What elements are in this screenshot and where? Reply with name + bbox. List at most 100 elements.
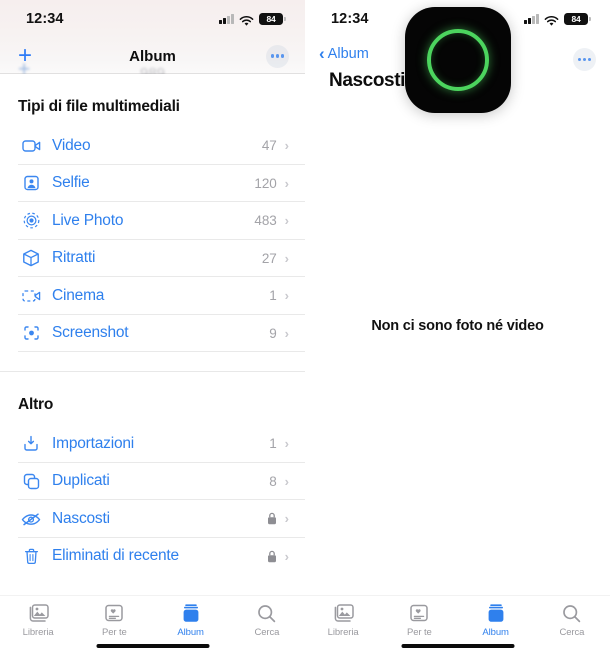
selfie-person-icon — [18, 172, 44, 194]
library-icon — [27, 602, 49, 624]
list-item-label: Selfie — [52, 174, 90, 192]
back-button[interactable]: ‹ Album — [319, 44, 369, 63]
home-indicator — [96, 643, 209, 648]
list-item-count: 1 — [269, 436, 277, 452]
chevron-left-icon: ‹ — [319, 44, 325, 63]
list-item-count: 120 — [254, 175, 277, 191]
tab-album[interactable]: Album — [458, 602, 534, 638]
list-item-count: 8 — [269, 473, 277, 489]
list-item-video[interactable]: Video 47 › — [0, 127, 305, 165]
list-item-count: 1 — [269, 288, 277, 304]
tab-libreria[interactable]: Libreria — [305, 602, 381, 638]
list-item-count: 27 — [261, 250, 277, 266]
albums-icon — [181, 602, 201, 624]
chevron-right-icon: › — [284, 473, 289, 489]
nav-hairline — [0, 73, 305, 74]
list-item-eliminati-di-recente[interactable]: Eliminati di recente › — [0, 538, 305, 576]
list-item-count: 47 — [261, 138, 277, 154]
status-time: 12:34 — [26, 11, 64, 27]
nav-title: Album — [129, 47, 176, 65]
list-item-ritratti[interactable]: Ritratti 27 › — [0, 240, 305, 277]
search-icon — [562, 602, 581, 624]
cellular-signal-icon — [524, 14, 539, 24]
dynamic-island-overlay[interactable] — [405, 7, 511, 113]
chevron-right-icon: › — [284, 213, 289, 229]
wifi-icon — [239, 14, 254, 26]
for-you-icon — [104, 602, 124, 624]
search-icon — [257, 602, 276, 624]
album-list[interactable]: Tipi di file multimediali Video 47 › Sel… — [0, 74, 305, 575]
list-item-label: Eliminati di recente — [52, 547, 179, 565]
list-item-label: Video — [52, 136, 91, 154]
tab-label: Per te — [407, 627, 432, 638]
battery-icon: 84 — [259, 12, 286, 26]
page-title: Nascosti — [329, 70, 406, 91]
tab-album[interactable]: Album — [153, 602, 229, 638]
hidden-eye-icon — [18, 508, 44, 530]
albums-icon — [486, 602, 506, 624]
list-item-live-photo[interactable]: Live Photo 483 › — [0, 202, 305, 240]
tab-label: Cerca — [254, 627, 280, 638]
live-photo-icon — [18, 210, 44, 232]
list-item-screenshot[interactable]: Screenshot 9 › — [0, 315, 305, 352]
tab-label: Album — [482, 627, 509, 638]
tab-per-te[interactable]: Per te — [381, 602, 457, 638]
more-options-button[interactable] — [573, 48, 596, 71]
tab-label: Libreria — [327, 627, 359, 638]
chevron-right-icon: › — [284, 548, 289, 564]
trash-icon — [18, 545, 44, 567]
chevron-right-icon: › — [284, 138, 289, 154]
more-options-button[interactable] — [266, 44, 289, 68]
list-item-label: Cinema — [52, 286, 105, 304]
chevron-right-icon: › — [284, 436, 289, 452]
list-item-label: Nascosti — [52, 509, 110, 527]
tab-cerca[interactable]: Cerca — [534, 602, 610, 638]
cellular-signal-icon — [219, 14, 234, 24]
chevron-right-icon: › — [284, 288, 289, 304]
chevron-right-icon: › — [284, 511, 289, 527]
list-item-label: Ritratti — [52, 249, 96, 267]
list-item-duplicati[interactable]: Duplicati 8 › — [0, 463, 305, 500]
status-time: 12:34 — [331, 11, 369, 27]
screenshot-icon — [18, 322, 44, 344]
video-camera-icon — [18, 135, 44, 157]
home-indicator — [401, 643, 514, 648]
list-item-selfie[interactable]: Selfie 120 › — [0, 165, 305, 202]
battery-icon: 84 — [564, 12, 591, 26]
tab-libreria[interactable]: Libreria — [0, 602, 76, 638]
list-item-importazioni[interactable]: Importazioni 1 › — [0, 425, 305, 463]
list-item-cinema[interactable]: Cinema 1 › — [0, 277, 305, 315]
import-icon — [18, 433, 44, 455]
list-item-count: 9 — [269, 325, 277, 341]
empty-state: Non ci sono foto né video — [305, 318, 610, 334]
left-phone-screen: + 989 12:34 84 + Album Tipi di file mult… — [0, 0, 305, 657]
portrait-cube-icon — [18, 247, 44, 269]
camera-recording-ring-icon — [427, 29, 489, 91]
wifi-icon — [544, 14, 559, 26]
battery-level: 84 — [571, 14, 581, 24]
for-you-icon — [409, 602, 429, 624]
back-button-label: Album — [327, 46, 369, 62]
battery-level: 84 — [266, 14, 276, 24]
lock-icon — [267, 550, 285, 563]
duplicates-icon — [18, 470, 44, 492]
section-title-media-types: Tipi di file multimediali — [18, 98, 180, 115]
chevron-right-icon: › — [284, 250, 289, 266]
list-item-label: Screenshot — [52, 324, 129, 342]
lock-icon — [267, 512, 285, 525]
tab-cerca[interactable]: Cerca — [229, 602, 305, 638]
tab-per-te[interactable]: Per te — [76, 602, 152, 638]
nav-bar: + Album — [0, 38, 305, 74]
chevron-right-icon: › — [284, 175, 289, 191]
row-separator — [18, 351, 305, 352]
list-item-count: 483 — [254, 213, 277, 229]
status-indicators: 84 — [219, 12, 286, 26]
empty-state-message: Non ci sono foto né video — [371, 318, 544, 334]
tab-label: Per te — [102, 627, 127, 638]
tab-label: Album — [177, 627, 204, 638]
list-item-label: Importazioni — [52, 434, 135, 452]
list-item-label: Duplicati — [52, 472, 110, 490]
list-item-nascosti[interactable]: Nascosti › — [0, 500, 305, 538]
library-icon — [332, 602, 354, 624]
dual-screenshot-comparison: + 989 12:34 84 + Album Tipi di file mult… — [0, 0, 610, 657]
